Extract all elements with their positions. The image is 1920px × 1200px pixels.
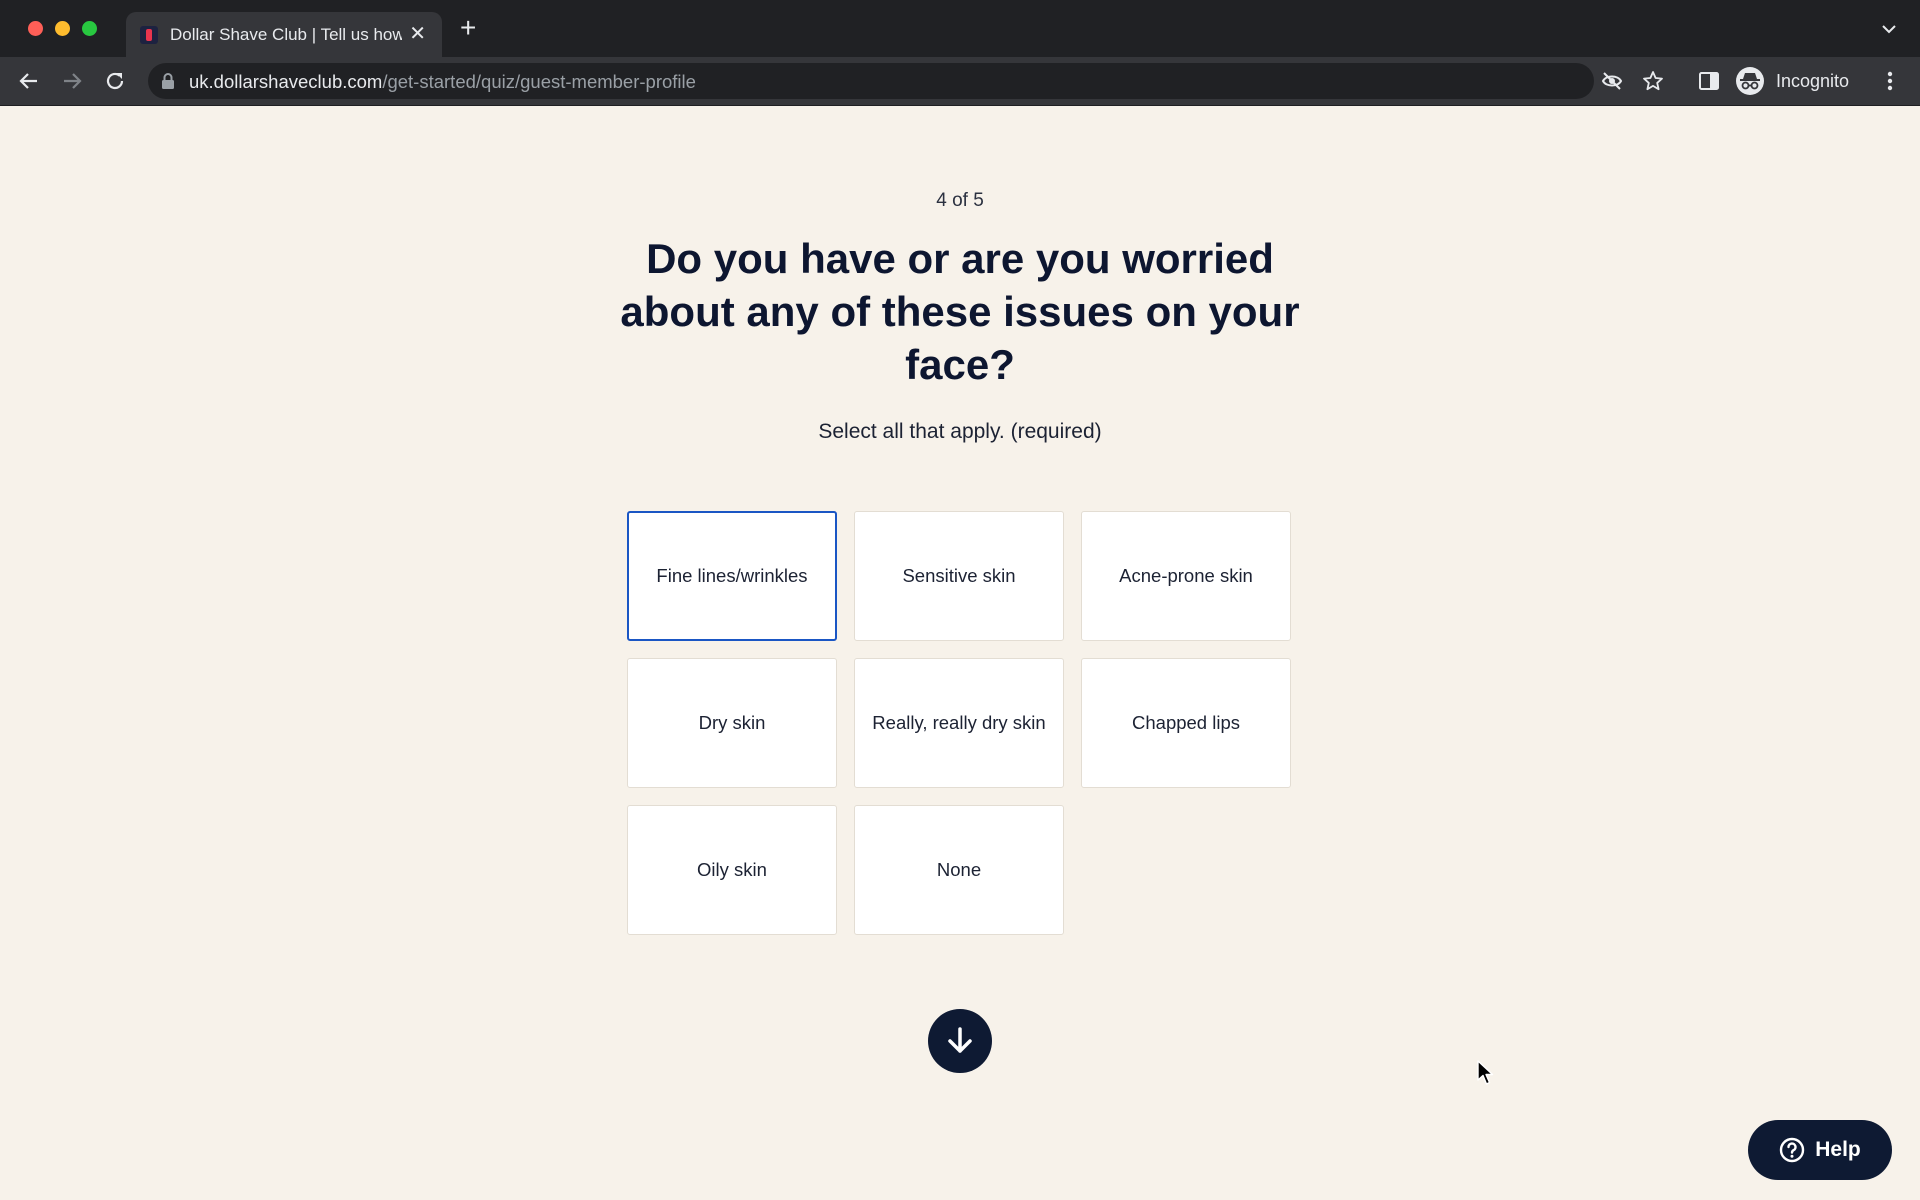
browser-tab-active[interactable]: Dollar Shave Club | Tell us how ✕ xyxy=(126,12,442,57)
option-oily-skin[interactable]: Oily skin xyxy=(627,805,837,935)
quiz-page: 4 of 5 Do you have or are you worried ab… xyxy=(0,106,1920,1200)
incognito-icon xyxy=(1736,67,1764,95)
help-label: Help xyxy=(1815,1138,1861,1161)
url-host: uk.dollarshaveclub.com xyxy=(189,71,383,92)
forward-icon[interactable] xyxy=(59,68,85,94)
tab-close-icon[interactable]: ✕ xyxy=(409,24,426,44)
option-acne-prone-skin[interactable]: Acne-prone skin xyxy=(1081,511,1291,641)
quiz-step-counter: 4 of 5 xyxy=(936,190,984,211)
more-vert-icon[interactable] xyxy=(1880,69,1900,93)
url-path: /get-started/quiz/guest-member-profile xyxy=(382,71,696,92)
browser-toolbar: uk.dollarshaveclub.com/get-started/quiz/… xyxy=(0,57,1920,106)
option-none[interactable]: None xyxy=(854,805,1064,935)
mouse-cursor-icon xyxy=(1477,1060,1494,1085)
tab-list-icon[interactable] xyxy=(1880,20,1898,38)
dsc-favicon-icon xyxy=(140,25,158,44)
option-chapped-lips[interactable]: Chapped lips xyxy=(1081,658,1291,788)
window-zoom-button[interactable] xyxy=(82,21,97,36)
window-close-button[interactable] xyxy=(28,21,43,36)
arrow-down-icon xyxy=(948,1027,972,1053)
address-bar[interactable]: uk.dollarshaveclub.com/get-started/quiz/… xyxy=(148,63,1663,99)
eye-off-icon[interactable] xyxy=(1601,70,1623,92)
new-tab-button[interactable]: + xyxy=(460,14,476,42)
side-panel-icon[interactable] xyxy=(1698,70,1720,92)
option-fine-lines-wrinkles[interactable]: Fine lines/wrinkles xyxy=(627,511,837,641)
back-icon[interactable] xyxy=(16,68,42,94)
lock-icon[interactable] xyxy=(160,72,176,90)
profile-label: Incognito xyxy=(1776,70,1850,91)
question-circle-icon xyxy=(1780,1137,1805,1163)
quiz-question: Do you have or are you worried about any… xyxy=(620,235,1300,388)
option-sensitive-skin[interactable]: Sensitive skin xyxy=(854,511,1064,641)
option-really-dry-skin[interactable]: Really, really dry skin xyxy=(854,658,1064,788)
browser-tab-strip: Dollar Shave Club | Tell us how ✕ + xyxy=(0,0,1920,57)
window-minimize-button[interactable] xyxy=(55,21,70,36)
quiz-hint: Select all that apply. (required) xyxy=(818,420,1102,443)
incognito-profile-button[interactable]: Incognito xyxy=(1736,63,1849,99)
reload-icon[interactable] xyxy=(102,68,128,94)
help-button[interactable]: Help xyxy=(1748,1120,1892,1180)
option-dry-skin[interactable]: Dry skin xyxy=(627,658,837,788)
tab-title: Dollar Shave Club | Tell us how xyxy=(170,24,402,44)
next-question-button[interactable] xyxy=(928,1009,992,1073)
star-icon[interactable] xyxy=(1642,70,1664,92)
url-text[interactable]: uk.dollarshaveclub.com/get-started/quiz/… xyxy=(189,71,696,93)
